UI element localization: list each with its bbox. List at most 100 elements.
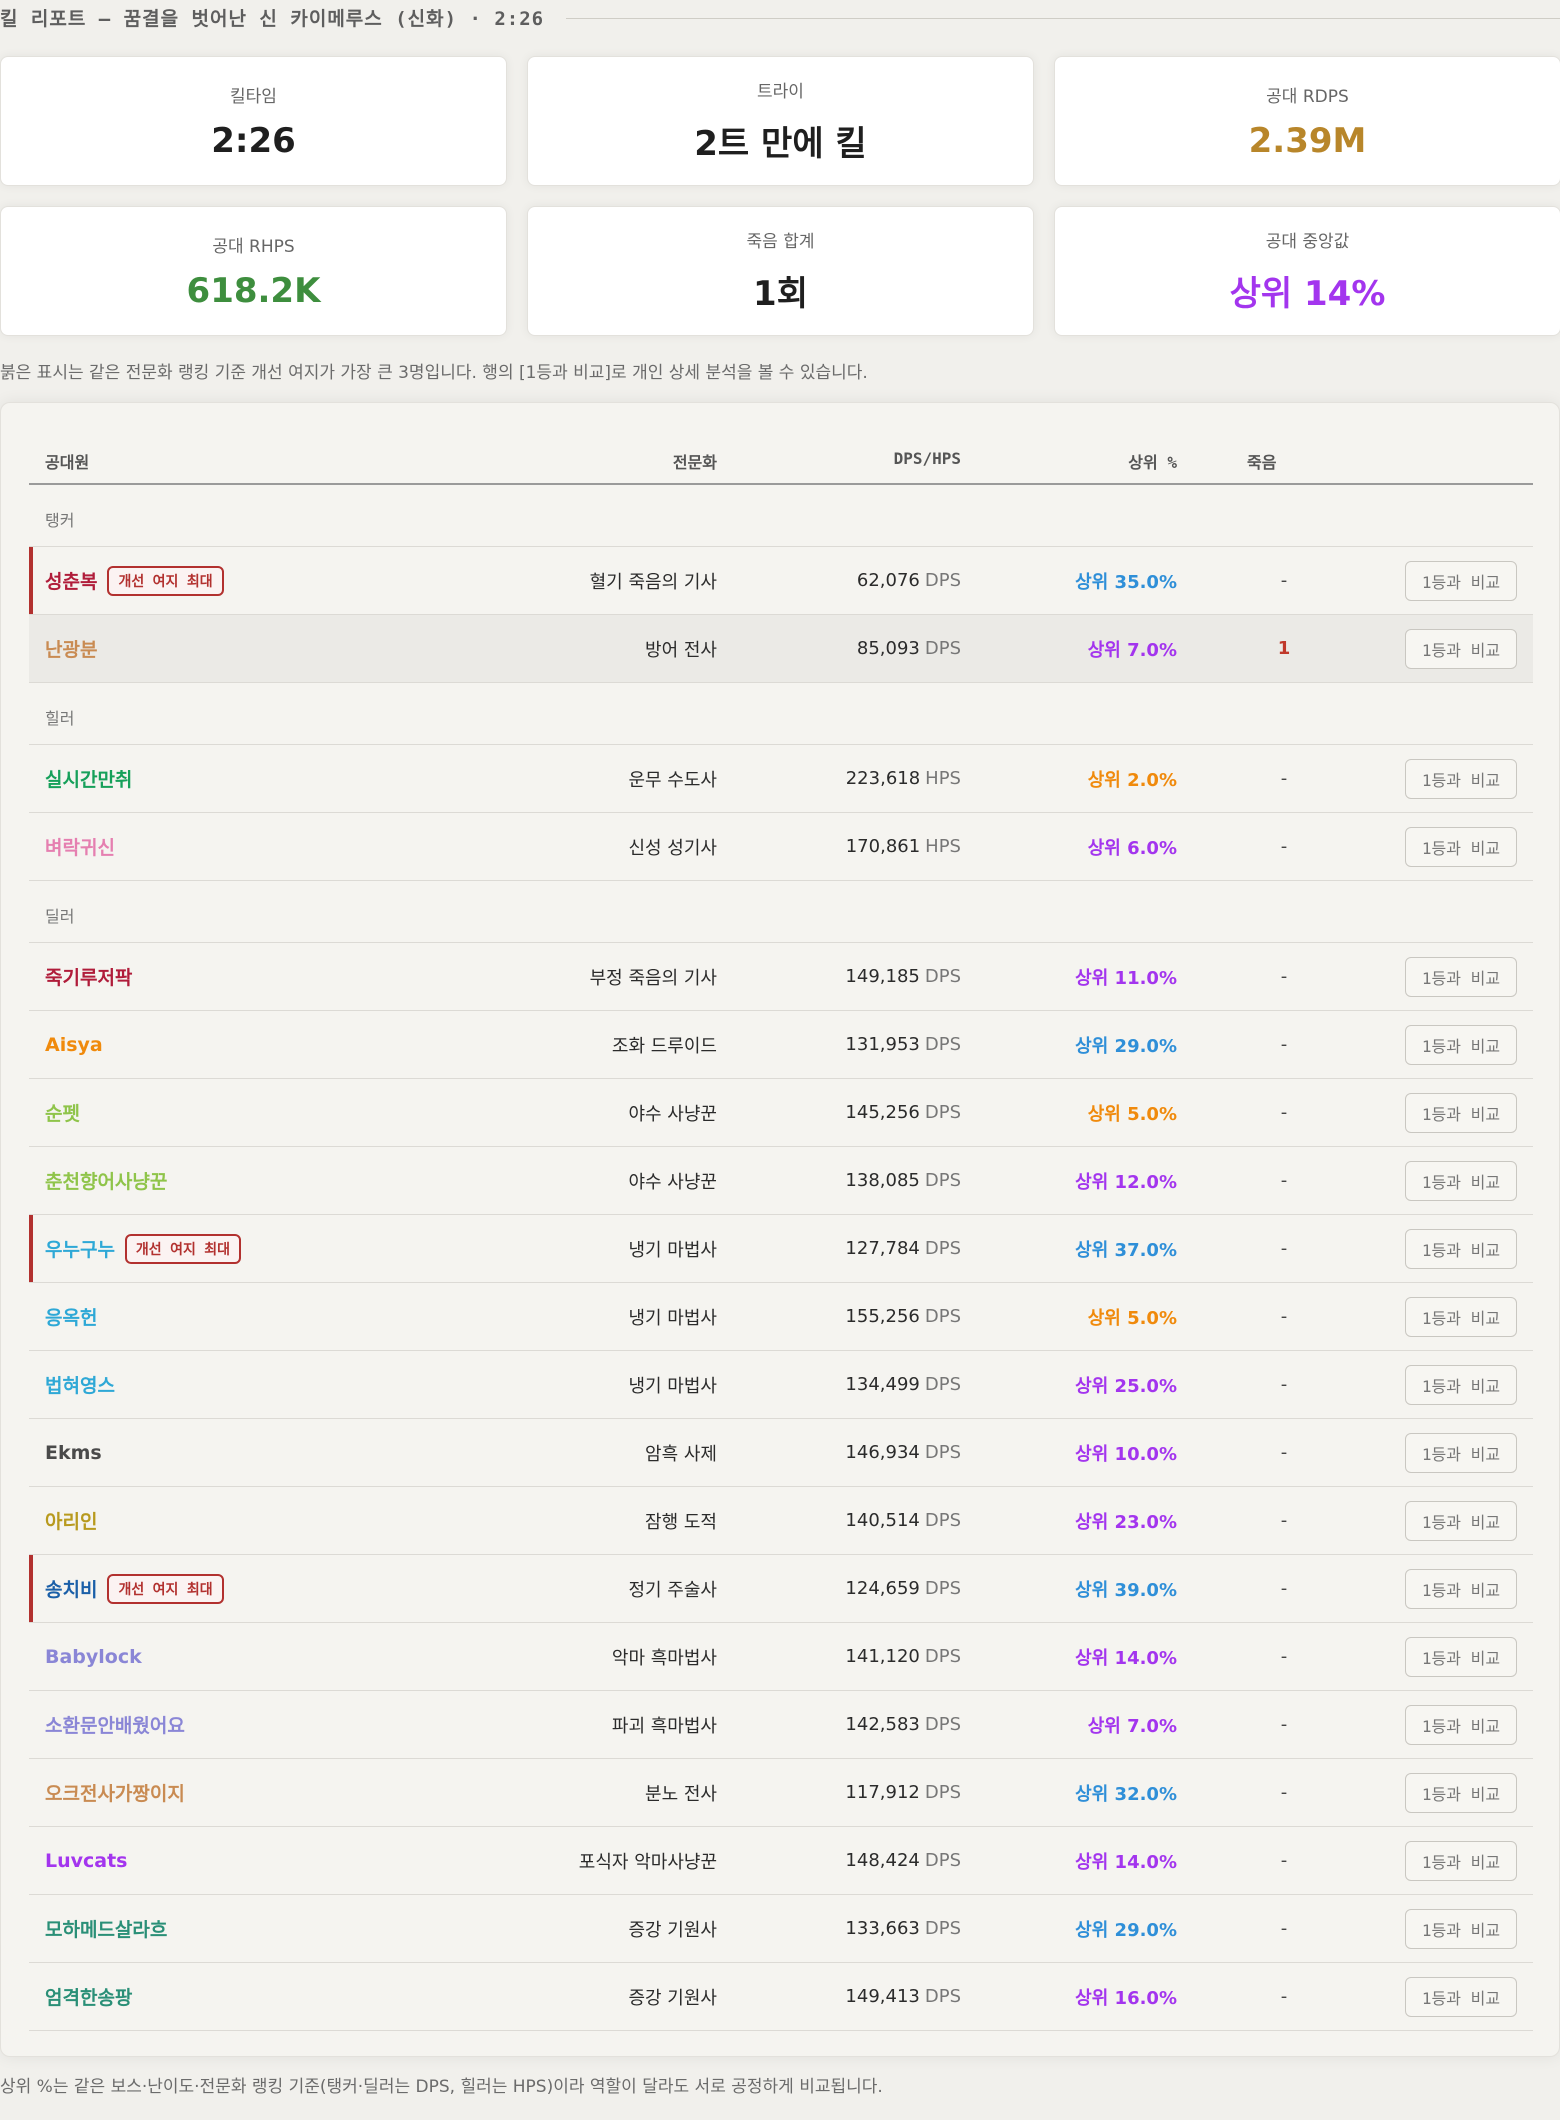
compare-top-button[interactable]: 1등과 비교 [1405,1840,1517,1881]
deaths-cell: - [1280,1510,1288,1531]
member-name: 벼락귀신 [45,837,115,859]
percentile-cell: 상위 37.0% [1075,1239,1177,1261]
header-spec: 전문화 [672,453,717,472]
amount-unit: DPS [924,966,961,987]
header-deaths: 죽음 [1247,453,1277,472]
compare-cell: 1등과 비교 [1405,1759,1517,1826]
table-row: 법혀영스 냉기 마법사 134,499 DPS 상위 25.0% - 1등과 비교 [29,1351,1533,1419]
compare-top-button[interactable]: 1등과 비교 [1405,956,1517,997]
compare-top-button[interactable]: 1등과 비교 [1405,560,1517,601]
compare-top-button[interactable]: 1등과 비교 [1405,1704,1517,1745]
percentile-cell: 상위 12.0% [1075,1171,1177,1193]
stat-card: 트라이 2트 만에 킬 [527,56,1034,186]
raid-table: 공대원 전문화 DPS/HPS 상위 % 죽음 탱커 성춘복 개선 여지 최대 혈기 … [29,433,1533,2031]
compare-top-button[interactable]: 1등과 비교 [1405,1160,1517,1201]
amount-value: 131,953 [845,1034,920,1055]
member-name: 난광분 [45,639,98,661]
percentile-cell: 상위 16.0% [1075,1987,1177,2009]
deaths-cell: 1 [1277,638,1291,659]
stat-value: 2:26 [211,120,296,161]
compare-top-button[interactable]: 1등과 비교 [1405,1432,1517,1473]
percentile-cell: 상위 35.0% [1075,571,1177,593]
amount-value: 62,076 [856,570,920,591]
stat-label: 킬타임 [230,86,277,107]
member-name: 모하메드살라흐 [45,1919,168,1941]
amount-cell: 145,256 DPS [845,1079,961,1146]
table-row: 송치비 개선 여지 최대 정기 주술사 124,659 DPS 상위 39.0% - 1등과 … [29,1555,1533,1623]
spec-cell: 악마 흑마법사 [611,1647,717,1669]
compare-cell: 1등과 비교 [1405,1215,1517,1282]
compare-top-button[interactable]: 1등과 비교 [1405,1364,1517,1405]
deaths-cell: - [1280,1986,1288,2007]
compare-top-button[interactable]: 1등과 비교 [1405,1228,1517,1269]
compare-cell: 1등과 비교 [1405,813,1517,880]
compare-top-button[interactable]: 1등과 비교 [1405,1092,1517,1133]
table-row: 춘천향어사냥꾼 야수 사냥꾼 138,085 DPS 상위 12.0% - 1등과 비교 [29,1147,1533,1215]
member-cell: 소환문안배웠어요 [45,1691,185,1758]
amount-cell: 149,413 DPS [845,1963,961,2030]
stat-card: 공대 RHPS 618.2K [0,206,507,336]
role-group-label: 힐러 [45,709,75,728]
stat-value: 1회 [753,274,808,314]
summary-stats: 킬타임 2:26 트라이 2트 만에 킬 공대 RDPS 2.39M 공대 RHPS 618.… [0,56,1560,336]
compare-top-button[interactable]: 1등과 비교 [1405,1636,1517,1677]
percentile-cell: 상위 7.0% [1087,1715,1177,1737]
role-group-header: 탱커 [29,485,1533,547]
member-cell: 우누구누 개선 여지 최대 [45,1215,242,1282]
member-cell: 순펫 [45,1079,80,1146]
amount-unit: DPS [924,638,961,659]
deaths-cell: - [1280,966,1288,987]
header-percentile: 상위 % [1128,453,1177,472]
amount-unit: DPS [924,1782,961,1803]
amount-value: 148,424 [845,1850,920,1871]
table-row: 벼락귀신 신성 성기사 170,861 HPS 상위 6.0% - 1등과 비교 [29,813,1533,881]
percentile-cell: 상위 5.0% [1087,1307,1177,1329]
percentile-cell: 상위 2.0% [1087,769,1177,791]
compare-top-button[interactable]: 1등과 비교 [1405,1976,1517,2017]
table-row: 성춘복 개선 여지 최대 혈기 죽음의 기사 62,076 DPS 상위 35.0% - 1등… [29,547,1533,615]
amount-unit: DPS [924,1850,961,1871]
member-cell: 엄격한송팡 [45,1963,132,2030]
compare-top-button[interactable]: 1등과 비교 [1405,628,1517,669]
percentile-cell: 상위 14.0% [1075,1851,1177,1873]
amount-cell: 62,076 DPS [857,547,961,614]
amount-cell: 155,256 DPS [845,1283,961,1350]
compare-top-button[interactable]: 1등과 비교 [1405,1024,1517,1065]
deaths-cell: - [1280,1238,1288,1259]
compare-top-button[interactable]: 1등과 비교 [1405,1296,1517,1337]
deaths-cell: - [1280,1034,1288,1055]
amount-value: 170,861 [845,836,921,857]
spec-cell: 방어 전사 [645,639,717,661]
member-cell: 성춘복 개선 여지 최대 [45,547,224,614]
stat-value: 2트 만에 킬 [694,124,867,164]
footnote: 상위 %는 같은 보스·난이도·전문화 랭킹 기준(탱커·딜러는 DPS, 힐러… [0,2077,883,2097]
deaths-cell: - [1280,1578,1288,1599]
percentile-cell: 상위 7.0% [1087,639,1177,661]
compare-top-button[interactable]: 1등과 비교 [1405,826,1517,867]
compare-top-button[interactable]: 1등과 비교 [1405,758,1517,799]
improvement-badge: 개선 여지 최대 [107,1573,224,1604]
amount-cell: 140,514 DPS [845,1487,961,1554]
compare-cell: 1등과 비교 [1405,1147,1517,1214]
stat-card: 킬타임 2:26 [0,56,507,186]
amount-cell: 124,659 DPS [845,1555,961,1622]
spec-cell: 신성 성기사 [628,837,717,859]
member-name: Aisya [45,1033,103,1056]
raid-table-card: 공대원 전문화 DPS/HPS 상위 % 죽음 탱커 성춘복 개선 여지 최대 혈기 … [0,402,1560,2057]
percentile-cell: 상위 25.0% [1075,1375,1177,1397]
table-body: 탱커 성춘복 개선 여지 최대 혈기 죽음의 기사 62,076 DPS 상위 35.0% -… [29,485,1533,2031]
stat-value: 2.39M [1248,120,1367,161]
member-name: 우누구누 [45,1239,115,1261]
spec-cell: 냉기 마법사 [628,1375,717,1397]
deaths-cell: - [1280,1714,1288,1735]
compare-top-button[interactable]: 1등과 비교 [1405,1500,1517,1541]
spec-cell: 냉기 마법사 [628,1239,717,1261]
compare-top-button[interactable]: 1등과 비교 [1405,1908,1517,1949]
member-name: 엄격한송팡 [45,1987,133,2009]
percentile-cell: 상위 32.0% [1075,1783,1177,1805]
table-row: 응옥헌 냉기 마법사 155,256 DPS 상위 5.0% - 1등과 비교 [29,1283,1533,1351]
compare-top-button[interactable]: 1등과 비교 [1405,1568,1517,1609]
stat-label: 죽음 합계 [746,232,815,252]
table-row: Aisya 조화 드루이드 131,953 DPS 상위 29.0% - 1등과 비교 [29,1011,1533,1079]
compare-top-button[interactable]: 1등과 비교 [1405,1772,1517,1813]
